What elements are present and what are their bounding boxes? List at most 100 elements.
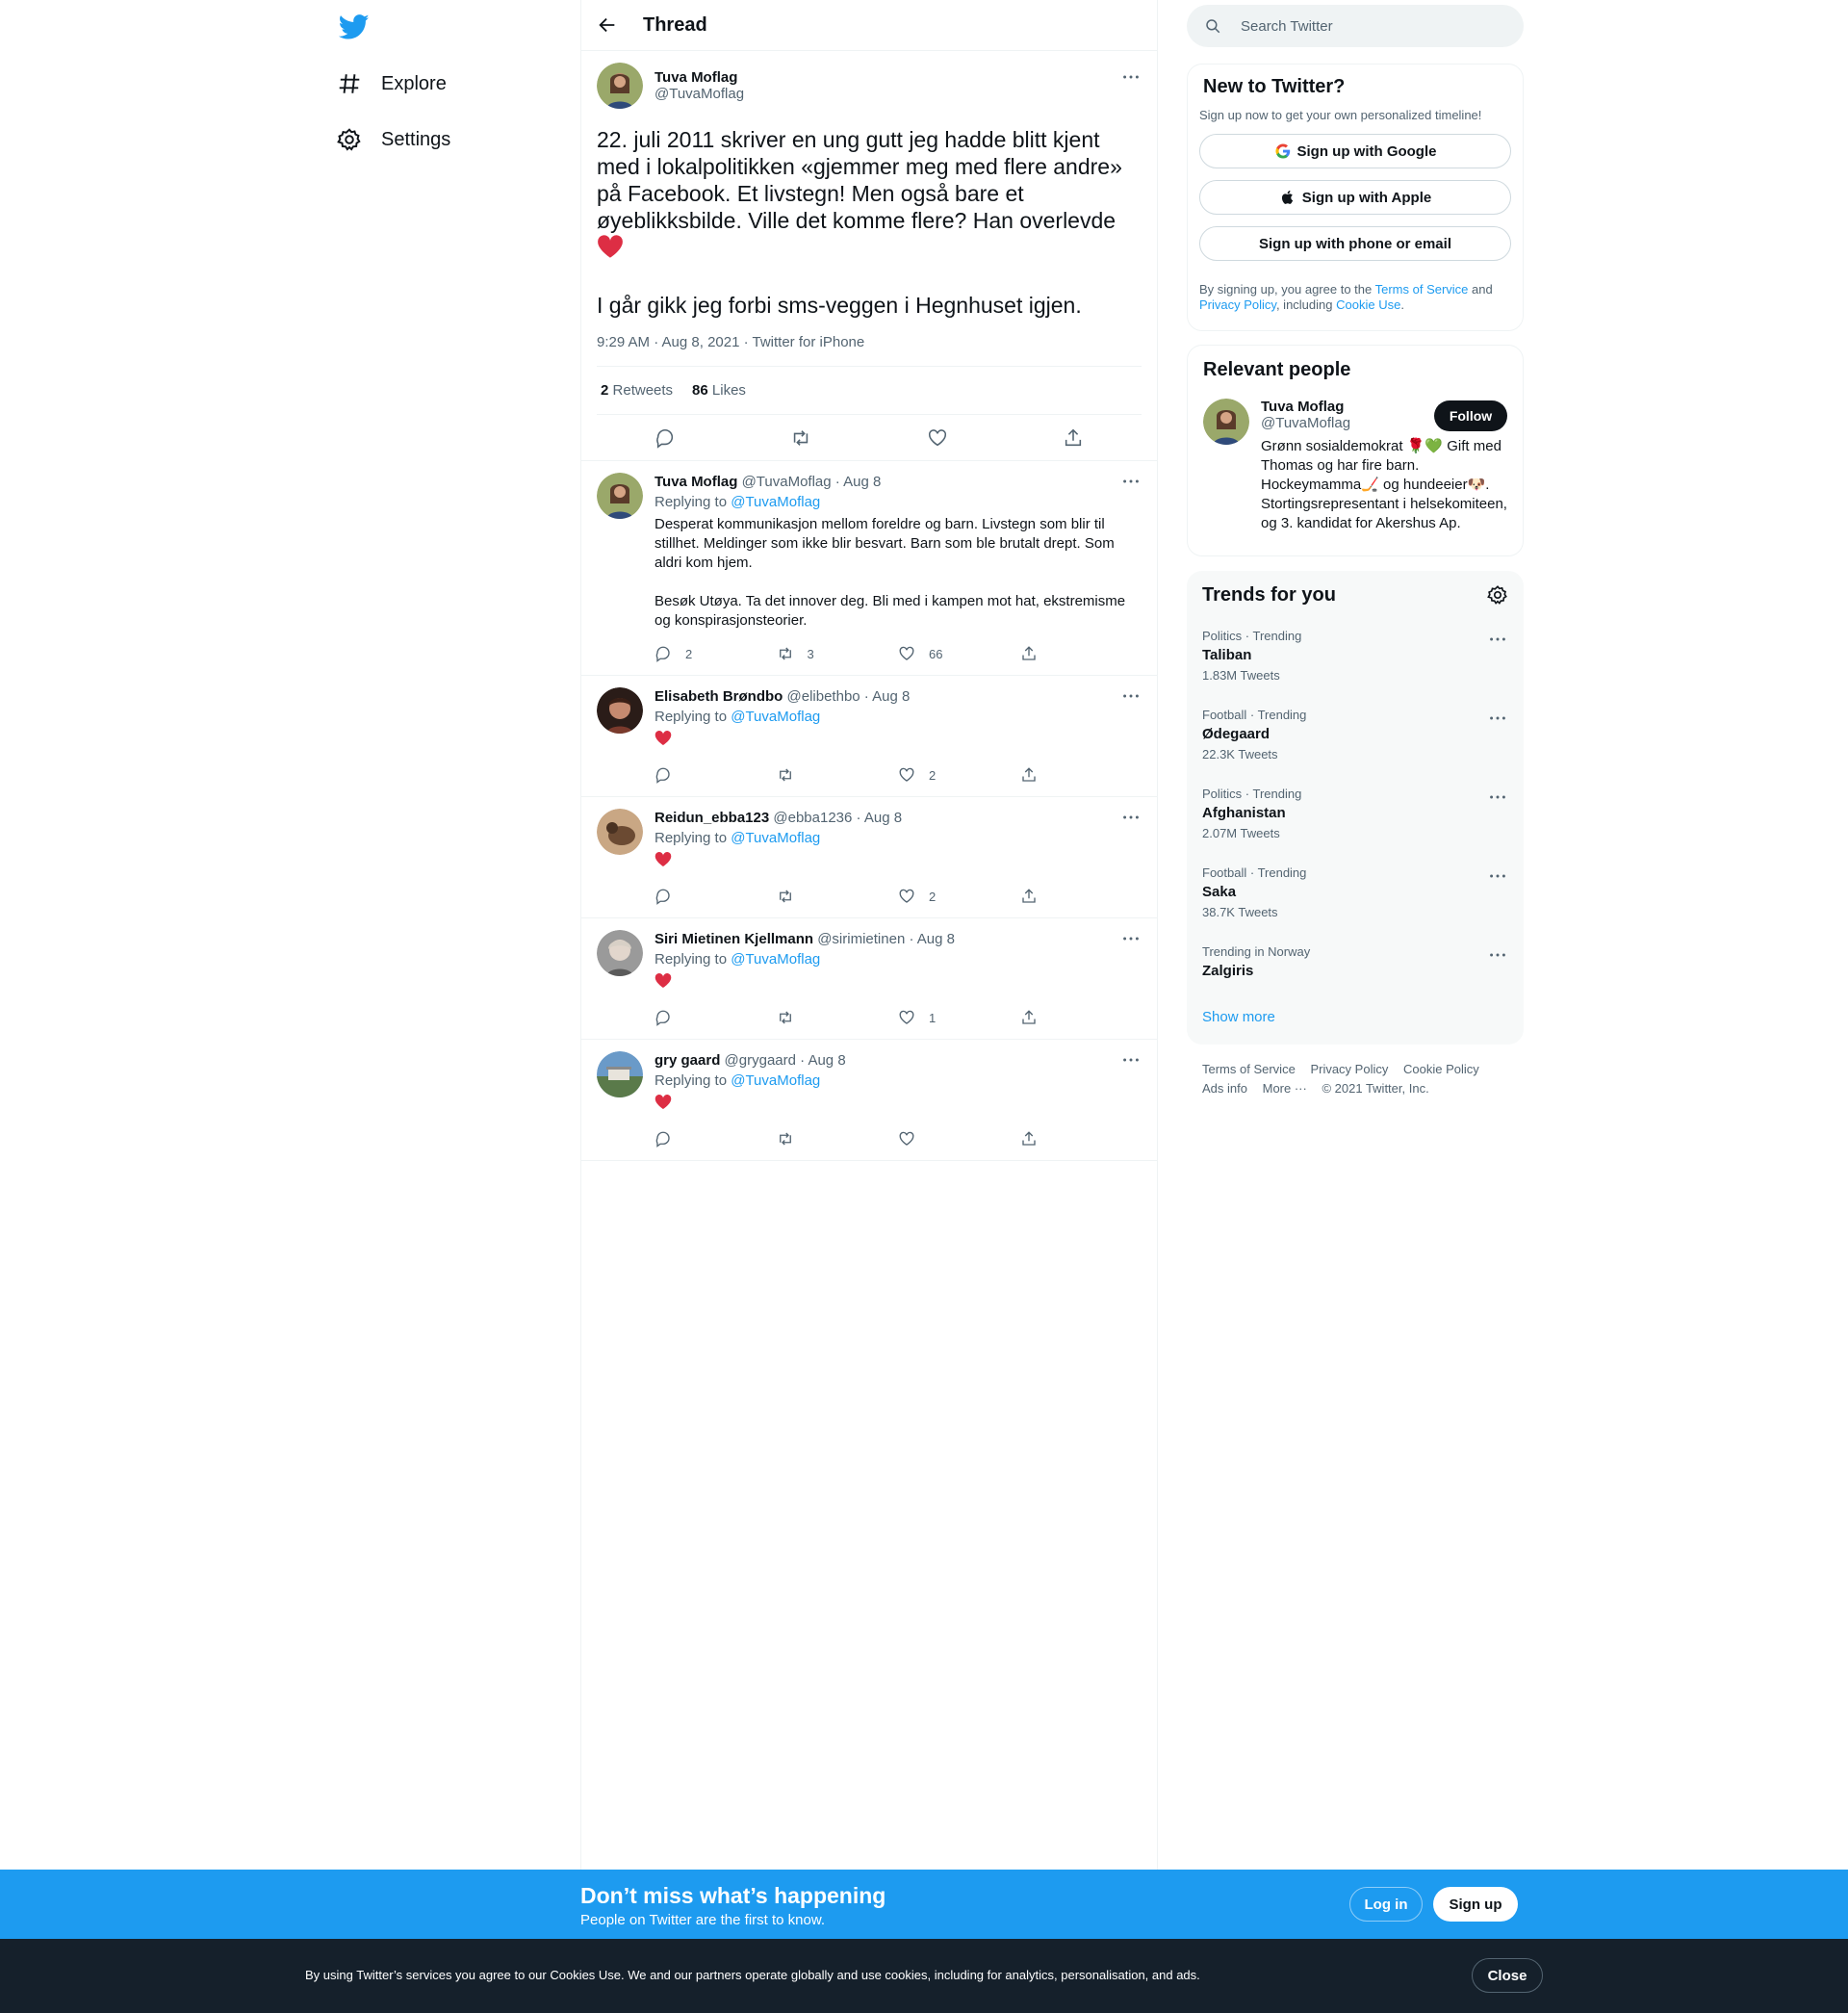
- replying-to-link[interactable]: @TuvaMoflag: [731, 1072, 820, 1089]
- signup-button[interactable]: Sign up: [1433, 1887, 1518, 1922]
- author-name[interactable]: Tuva Moflag: [654, 69, 744, 86]
- more-options-icon[interactable]: [1120, 685, 1142, 707]
- privacy-policy-link[interactable]: Privacy Policy: [1199, 297, 1276, 312]
- like-button[interactable]: [898, 1130, 1020, 1148]
- legal-text-1: By signing up, you agree to the: [1199, 282, 1375, 297]
- replying-to-link[interactable]: @TuvaMoflag: [731, 494, 820, 510]
- like-button[interactable]: 2: [898, 766, 1020, 784]
- more-options-icon[interactable]: [1120, 66, 1142, 88]
- share-button[interactable]: [1020, 1009, 1142, 1026]
- reply-handle-date[interactable]: @elibethbo · Aug 8: [787, 688, 911, 705]
- reply-button[interactable]: [654, 1009, 777, 1026]
- trend-item[interactable]: Football · Trending Ødegaard 22.3K Tweet…: [1202, 708, 1508, 761]
- login-button[interactable]: Log in: [1349, 1887, 1423, 1922]
- reply-tweet[interactable]: Reidun_ebba123 @ebba1236 · Aug 8 Replyin…: [581, 797, 1157, 918]
- replying-to-link[interactable]: @TuvaMoflag: [731, 709, 820, 725]
- more-options-icon[interactable]: [1120, 471, 1142, 492]
- retweet-icon[interactable]: [790, 427, 811, 449]
- like-button[interactable]: 2: [898, 888, 1020, 905]
- retweet-button[interactable]: [777, 888, 899, 905]
- reply-handle-date[interactable]: @TuvaMoflag · Aug 8: [742, 474, 882, 490]
- thread-column: Thread Tuva Moflag @TuvaMoflag 22. juli …: [580, 0, 1158, 1870]
- nav-settings[interactable]: Settings: [337, 116, 450, 163]
- share-icon[interactable]: [1063, 427, 1084, 449]
- like-icon[interactable]: [927, 427, 948, 449]
- retweet-button[interactable]: 3: [777, 645, 899, 662]
- avatar[interactable]: [597, 809, 643, 855]
- more-options-icon[interactable]: [1487, 944, 1508, 966]
- reply-tweet[interactable]: gry gaard @grygaard · Aug 8 Replying to …: [581, 1040, 1157, 1161]
- reply-button[interactable]: 2: [654, 645, 777, 662]
- reply-handle-date[interactable]: @ebba1236 · Aug 8: [773, 810, 902, 826]
- reply-tweet[interactable]: Elisabeth Brøndbo @elibethbo · Aug 8 Rep…: [581, 676, 1157, 797]
- reply-author-name[interactable]: Siri Mietinen Kjellmann: [654, 931, 813, 947]
- tweet-timestamp[interactable]: 9:29 AM · Aug 8, 2021 · Twitter for iPho…: [597, 334, 1142, 367]
- reply-author-name[interactable]: gry gaard: [654, 1052, 720, 1069]
- footer-link-cookie[interactable]: Cookie Policy: [1403, 1062, 1479, 1076]
- author-handle[interactable]: @TuvaMoflag: [654, 86, 744, 102]
- reply-author-name[interactable]: Elisabeth Brøndbo: [654, 688, 783, 705]
- avatar[interactable]: [597, 687, 643, 734]
- reply-author-name[interactable]: Reidun_ebba123: [654, 810, 769, 826]
- reply-button[interactable]: [654, 766, 777, 784]
- reply-button[interactable]: [654, 1130, 777, 1148]
- share-button[interactable]: [1020, 888, 1142, 905]
- search-input[interactable]: [1241, 17, 1491, 35]
- like-button[interactable]: 1: [898, 1009, 1020, 1026]
- more-options-icon[interactable]: [1487, 708, 1508, 729]
- cookie-use-link[interactable]: Cookie Use: [1336, 297, 1400, 312]
- share-button[interactable]: [1020, 645, 1142, 662]
- close-cookie-button[interactable]: Close: [1472, 1958, 1543, 1993]
- retweet-button[interactable]: [777, 766, 899, 784]
- avatar[interactable]: [1203, 399, 1249, 445]
- more-options-icon[interactable]: [1120, 1049, 1142, 1071]
- more-options-icon[interactable]: [1120, 807, 1142, 828]
- more-options-icon[interactable]: [1487, 865, 1508, 887]
- reply-author-name[interactable]: Tuva Moflag: [654, 474, 737, 490]
- avatar[interactable]: [597, 473, 643, 519]
- gear-icon[interactable]: [1487, 584, 1508, 606]
- like-count-link[interactable]: 86 Likes: [692, 382, 746, 399]
- more-options-icon[interactable]: [1120, 928, 1142, 949]
- replying-to-link[interactable]: @TuvaMoflag: [731, 830, 820, 846]
- relevant-person[interactable]: Tuva Moflag @TuvaMoflag Follow Grønn sos…: [1203, 399, 1507, 533]
- follow-button[interactable]: Follow: [1434, 400, 1507, 431]
- signup-phone-email-button[interactable]: Sign up with phone or email: [1199, 226, 1511, 261]
- reply-tweet[interactable]: Siri Mietinen Kjellmann @sirimietinen · …: [581, 918, 1157, 1040]
- trend-item[interactable]: Politics · Trending Taliban 1.83M Tweets: [1202, 629, 1508, 683]
- share-button[interactable]: [1020, 766, 1142, 784]
- retweet-button[interactable]: [777, 1130, 899, 1148]
- reply-handle-date[interactable]: @grygaard · Aug 8: [725, 1052, 846, 1069]
- retweet-button[interactable]: [777, 1009, 899, 1026]
- show-more-link[interactable]: Show more: [1202, 1009, 1275, 1025]
- share-button[interactable]: [1020, 1130, 1142, 1148]
- trend-item[interactable]: Football · Trending Saka 38.7K Tweets: [1202, 865, 1508, 919]
- avatar[interactable]: [597, 63, 643, 109]
- back-arrow-icon[interactable]: [597, 14, 618, 36]
- more-options-icon[interactable]: [1487, 629, 1508, 650]
- terms-of-service-link[interactable]: Terms of Service: [1375, 282, 1469, 297]
- signup-google-button[interactable]: Sign up with Google: [1199, 134, 1511, 168]
- nav-explore[interactable]: Explore: [337, 61, 447, 107]
- like-button[interactable]: 66: [898, 645, 1020, 662]
- retweet-count-link[interactable]: 2 Retweets: [601, 382, 673, 399]
- footer-link-ads[interactable]: Ads info: [1202, 1081, 1247, 1096]
- replying-to-label: Replying to: [654, 709, 728, 725]
- reply-handle-date[interactable]: @sirimietinen · Aug 8: [817, 931, 955, 947]
- relevant-people-title: Relevant people: [1203, 359, 1351, 380]
- footer-link-more[interactable]: More ···: [1263, 1081, 1307, 1096]
- reply-button[interactable]: [654, 888, 777, 905]
- reply-tweet[interactable]: Tuva Moflag @TuvaMoflag · Aug 8 Replying…: [581, 461, 1157, 676]
- signup-apple-button[interactable]: Sign up with Apple: [1199, 180, 1511, 215]
- footer-link-privacy[interactable]: Privacy Policy: [1310, 1062, 1388, 1076]
- twitter-bird-icon[interactable]: [338, 12, 370, 42]
- reply-icon[interactable]: [654, 427, 676, 449]
- avatar[interactable]: [597, 1051, 643, 1097]
- replying-to-link[interactable]: @TuvaMoflag: [731, 951, 820, 968]
- search-bar[interactable]: [1187, 5, 1524, 47]
- avatar[interactable]: [597, 930, 643, 976]
- footer-link-terms[interactable]: Terms of Service: [1202, 1062, 1296, 1076]
- more-options-icon[interactable]: [1487, 787, 1508, 808]
- trend-item[interactable]: Trending in Norway Zalgiris: [1202, 944, 1508, 979]
- trend-item[interactable]: Politics · Trending Afghanistan 2.07M Tw…: [1202, 787, 1508, 840]
